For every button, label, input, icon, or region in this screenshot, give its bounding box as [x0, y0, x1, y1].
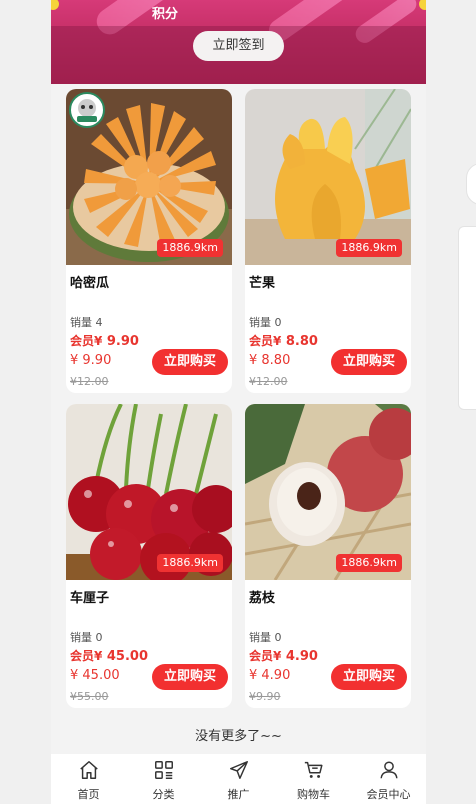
- user-icon: [379, 761, 398, 779]
- sales-count: 销量 0: [249, 631, 282, 644]
- no-more-text: 没有更多了~~: [195, 729, 282, 744]
- original-price: ¥9.90: [249, 690, 281, 703]
- buy-now-button[interactable]: 立即购买: [152, 349, 228, 375]
- buy-now-button[interactable]: 立即购买: [152, 664, 228, 690]
- product-name: 车厘子: [70, 591, 110, 606]
- tab-label: 购物车: [297, 788, 330, 801]
- tab-label: 首页: [77, 788, 100, 801]
- bottom-tab-bar: 首页 分类 推广 购物车 会员中心: [51, 754, 426, 804]
- member-price: 会员¥ 45.00: [70, 647, 148, 664]
- points-label: 积分: [152, 7, 179, 22]
- original-price: ¥55.00: [70, 690, 109, 703]
- tab-label: 推广: [227, 788, 250, 801]
- member-price: 会员¥ 9.90: [70, 332, 139, 349]
- member-price-label: 会员¥: [249, 334, 282, 348]
- app-screen: 积分 立即签到 1886.9km 哈密瓜 销量 4 会员¥ 9.90 ¥ 9.9…: [51, 0, 426, 804]
- member-price-label: 会员¥: [249, 649, 282, 663]
- tab-promote[interactable]: 推广: [201, 754, 276, 804]
- product-card[interactable]: 1886.9km 荔枝 销量 0 会员¥ 4.90 ¥ 4.90 ¥9.90 立…: [245, 404, 411, 708]
- side-panel: [458, 226, 476, 410]
- member-price: 会员¥ 8.80: [249, 332, 318, 349]
- distance-badge: 1886.9km: [157, 554, 223, 572]
- product-card[interactable]: 1886.9km 芒果 销量 0 会员¥ 8.80 ¥ 8.80 ¥12.00 …: [245, 89, 411, 393]
- product-name: 芒果: [249, 276, 276, 291]
- member-price-value: 45.00: [106, 649, 149, 664]
- tab-member-center[interactable]: 会员中心: [351, 754, 426, 804]
- distance-badge: 1886.9km: [157, 239, 223, 257]
- price: ¥ 4.90: [249, 668, 291, 683]
- sign-in-button[interactable]: 立即签到: [193, 31, 284, 61]
- buy-now-button[interactable]: 立即购买: [331, 664, 407, 690]
- member-price-label: 会员¥: [70, 334, 103, 348]
- sign-in-banner: 积分 立即签到: [51, 0, 426, 84]
- price: ¥ 45.00: [70, 668, 120, 683]
- original-price: ¥12.00: [249, 375, 288, 388]
- original-price: ¥12.00: [70, 375, 109, 388]
- product-card[interactable]: 1886.9km 车厘子 销量 0 会员¥ 45.00 ¥ 45.00 ¥55.…: [66, 404, 232, 708]
- price: ¥ 9.90: [70, 353, 112, 368]
- distance-badge: 1886.9km: [336, 239, 402, 257]
- product-card[interactable]: 1886.9km 哈密瓜 销量 4 会员¥ 9.90 ¥ 9.90 ¥12.00…: [66, 89, 232, 393]
- shop-logo: [69, 92, 105, 128]
- price: ¥ 8.80: [249, 353, 291, 368]
- distance-badge: 1886.9km: [336, 554, 402, 572]
- tab-label: 会员中心: [366, 788, 411, 801]
- member-price-value: 8.80: [285, 334, 318, 349]
- member-price-value: 9.90: [106, 334, 139, 349]
- sales-count: 销量 0: [249, 316, 282, 329]
- tab-label: 分类: [152, 788, 175, 801]
- banner-dot: [419, 0, 426, 10]
- tab-cart[interactable]: 购物车: [276, 754, 351, 804]
- tab-home[interactable]: 首页: [51, 754, 126, 804]
- buy-now-button[interactable]: 立即购买: [331, 349, 407, 375]
- category-icon: [154, 761, 173, 779]
- home-icon: [79, 761, 98, 779]
- sales-count: 销量 4: [70, 316, 103, 329]
- member-price: 会员¥ 4.90: [249, 647, 318, 664]
- member-price-label: 会员¥: [70, 649, 103, 663]
- banner-dot: [51, 0, 59, 10]
- floating-bubble[interactable]: [466, 163, 476, 205]
- sales-count: 销量 0: [70, 631, 103, 644]
- tab-category[interactable]: 分类: [126, 754, 201, 804]
- send-icon: [229, 761, 248, 779]
- product-name: 荔枝: [249, 591, 276, 606]
- member-price-value: 4.90: [285, 649, 318, 664]
- product-name: 哈密瓜: [70, 276, 110, 291]
- cart-icon: [304, 761, 323, 778]
